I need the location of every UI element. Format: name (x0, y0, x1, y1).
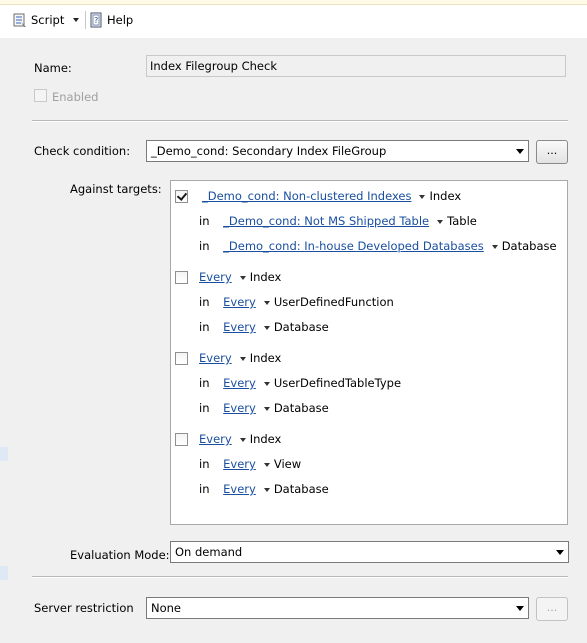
target-condition-link[interactable]: Every (223, 482, 256, 496)
evaluation-mode-value: On demand (175, 545, 243, 559)
target-type: Database (273, 401, 329, 415)
target-condition-link[interactable]: _Demo_cond: Non-clustered Indexes (202, 189, 411, 203)
target-condition-link[interactable]: Every (223, 457, 256, 471)
target-in-prefix: in (199, 239, 210, 253)
target-type: UserDefinedFunction (273, 295, 394, 309)
targets-panel: _Demo_cond: Non-clustered Indexes Index i… (170, 180, 568, 525)
name-label: Name: (34, 61, 72, 75)
target-condition-link[interactable]: _Demo_cond: In-house Developed Databases (223, 239, 484, 253)
check-condition-value: _Demo_cond: Secondary Index FileGroup (151, 144, 387, 158)
target-in-prefix: in (199, 295, 210, 309)
server-restriction-select[interactable]: None (146, 597, 529, 619)
target-row: _Demo_cond: Non-clustered Indexes Index (199, 189, 461, 203)
server-restriction-value: None (151, 601, 182, 615)
target-condition-link[interactable]: Every (199, 270, 232, 284)
check-condition-select[interactable]: _Demo_cond: Secondary Index FileGroup (146, 140, 529, 162)
target-condition-link[interactable]: Every (223, 320, 256, 334)
chevron-down-icon[interactable] (239, 437, 246, 442)
target-row: in Every Database (199, 482, 329, 496)
chevron-down-icon[interactable] (263, 487, 270, 492)
target-condition-link[interactable]: Every (223, 295, 256, 309)
target-checkbox[interactable] (175, 433, 188, 446)
target-in-prefix: in (199, 457, 210, 471)
script-button[interactable]: Script (12, 11, 80, 29)
target-condition-link[interactable]: Every (199, 432, 232, 446)
target-row: in Every UserDefinedTableType (199, 376, 401, 390)
target-row: Every Index (199, 351, 281, 365)
chevron-down-icon[interactable] (263, 462, 270, 467)
help-button[interactable]: ? Help (89, 11, 133, 29)
target-in-prefix: in (199, 482, 210, 496)
divider-highlight (32, 577, 568, 578)
check-condition-label: Check condition: (34, 144, 131, 158)
help-label: Help (107, 13, 134, 27)
target-type: Database (273, 320, 329, 334)
target-type: Database (273, 482, 329, 496)
target-row: in _Demo_cond: In-house Developed Databa… (199, 239, 557, 253)
left-edge-marker (0, 447, 8, 461)
toolbar: Script ? Help (0, 0, 587, 38)
target-checkbox[interactable] (175, 190, 188, 203)
help-book-icon: ? (89, 12, 105, 28)
left-edge (0, 38, 10, 643)
target-in-prefix: in (199, 376, 210, 390)
target-type: Index (249, 270, 282, 284)
target-type: Database (501, 239, 557, 253)
server-restriction-browse-button[interactable]: ... (536, 597, 568, 621)
target-type: View (273, 457, 302, 471)
target-row: in Every Database (199, 320, 329, 334)
chevron-down-icon (516, 149, 524, 154)
evaluation-mode-select[interactable]: On demand (170, 541, 569, 563)
chevron-down-icon[interactable] (491, 244, 498, 249)
chevron-down-icon (556, 550, 564, 555)
target-row: Every Index (199, 270, 281, 284)
target-row: in Every UserDefinedFunction (199, 295, 394, 309)
script-label: Script (31, 13, 65, 27)
target-row: Every Index (199, 432, 281, 446)
chevron-down-icon[interactable] (263, 325, 270, 330)
left-edge-marker (0, 566, 8, 580)
chevron-down-icon (516, 606, 524, 611)
target-in-prefix: in (199, 214, 210, 228)
evaluation-mode-label: Evaluation Mode: (70, 548, 170, 562)
chevron-down-icon[interactable] (263, 300, 270, 305)
target-condition-link[interactable]: _Demo_cond: Not MS Shipped Table (223, 214, 429, 228)
enabled-checkbox[interactable] (34, 89, 47, 102)
target-type: Index (249, 351, 282, 365)
chevron-down-icon[interactable] (263, 406, 270, 411)
target-row: in Every View (199, 457, 301, 471)
toolbar-separator (85, 11, 86, 29)
target-condition-link[interactable]: Every (199, 351, 232, 365)
against-targets-label: Against targets: (70, 182, 162, 196)
target-checkbox[interactable] (175, 271, 188, 284)
script-icon (12, 12, 28, 28)
chevron-down-icon[interactable] (239, 356, 246, 361)
chevron-down-icon[interactable] (419, 194, 426, 199)
target-type: UserDefinedTableType (273, 376, 402, 390)
name-field[interactable]: Index Filegroup Check (146, 55, 566, 77)
target-in-prefix: in (199, 401, 210, 415)
svg-text:?: ? (94, 16, 98, 25)
target-condition-link[interactable]: Every (223, 401, 256, 415)
target-type: Table (447, 214, 477, 228)
chevron-down-icon[interactable] (263, 381, 270, 386)
server-restriction-label: Server restriction (34, 601, 134, 615)
chevron-down-icon[interactable] (239, 275, 246, 280)
target-row: in _Demo_cond: Not MS Shipped Table Table (199, 214, 477, 228)
target-condition-link[interactable]: Every (223, 376, 256, 390)
toolbar-top-border (0, 0, 587, 5)
target-type: Index (249, 432, 282, 446)
enabled-label: Enabled (52, 90, 99, 104)
check-condition-browse-button[interactable]: ... (536, 140, 568, 164)
target-in-prefix: in (199, 320, 210, 334)
chevron-down-icon[interactable] (73, 18, 80, 22)
target-row: in Every Database (199, 401, 329, 415)
target-checkbox[interactable] (175, 352, 188, 365)
target-type: Index (429, 189, 462, 203)
divider-highlight (32, 121, 568, 122)
name-value: Index Filegroup Check (150, 59, 277, 73)
chevron-down-icon[interactable] (437, 219, 444, 224)
